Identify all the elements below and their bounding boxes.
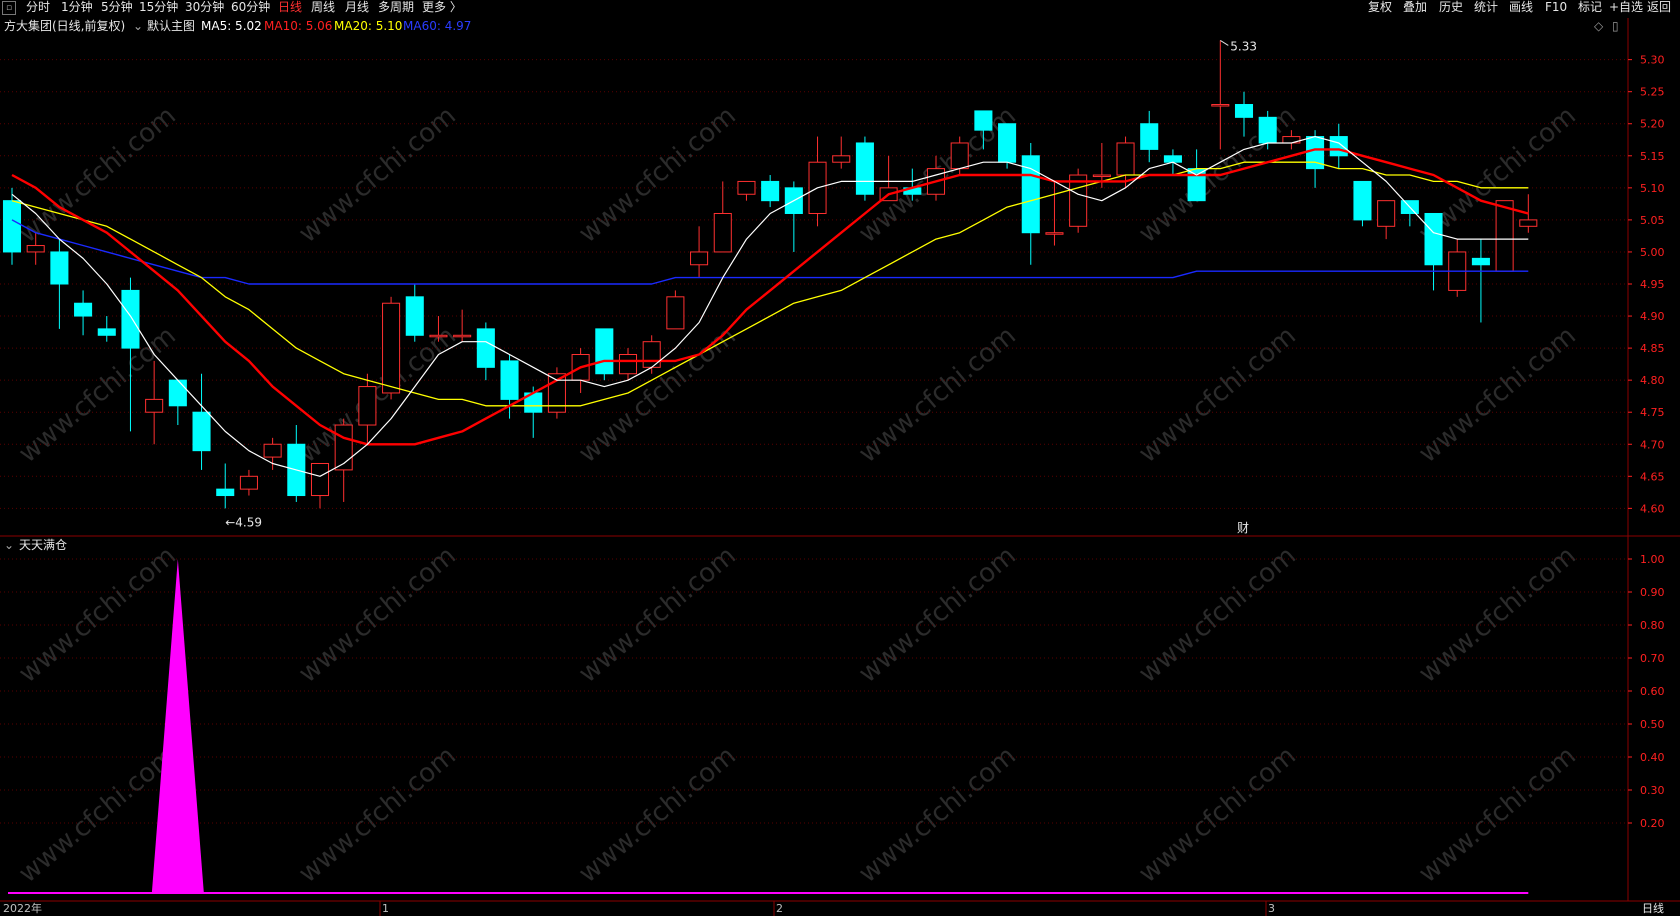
candle-body: [1187, 168, 1206, 202]
candle-body: [1140, 123, 1159, 150]
candle-body: [500, 360, 519, 400]
candle-body: [358, 386, 377, 426]
indicator-tick-label: 0.40: [1640, 751, 1665, 764]
year-label: 2022年: [3, 902, 42, 915]
indicator-tick-label: 0.70: [1640, 652, 1665, 665]
candle-body: [642, 341, 661, 368]
candle-body: [1471, 257, 1490, 266]
candle-body: [595, 328, 614, 375]
price-tick-label: 4.65: [1640, 470, 1665, 483]
candle-body: [855, 142, 874, 195]
candle-body: [832, 155, 851, 163]
candle-body: [1234, 104, 1254, 118]
date-axis: 2022年 1 2 3 日线: [0, 901, 1680, 916]
month-label: 3: [1268, 902, 1275, 915]
indicator-spike: [151, 559, 204, 893]
indicator-tick-label: 0.80: [1640, 619, 1665, 632]
indicator-tick-label: 0.30: [1640, 784, 1665, 797]
candlestick-chart[interactable]: 5.30 5.25 5.20 5.15 5.10 5.05 5.00 4.95 4.90 4.85…: [0, 0, 1680, 916]
candle-body: [216, 488, 235, 497]
candle-body: [690, 251, 709, 266]
price-tick-label: 5.10: [1640, 182, 1665, 195]
price-tick-label: 5.00: [1640, 246, 1665, 259]
candle-body: [950, 142, 969, 170]
candle-body: [1353, 180, 1372, 221]
candle-body: [121, 289, 140, 349]
candle-body: [74, 302, 93, 317]
candle-body: [1377, 200, 1396, 227]
price-tick-label: 5.20: [1640, 118, 1665, 131]
candle-body: [1258, 116, 1277, 144]
candle-body: [50, 251, 69, 285]
candle-body: [310, 462, 330, 497]
candle-body: [737, 180, 756, 195]
candle-body: [145, 398, 164, 413]
candle-body: [168, 379, 187, 407]
candle-body: [1116, 142, 1135, 176]
price-tick-label: 4.75: [1640, 406, 1665, 419]
low-label: ←4.59: [225, 515, 262, 529]
price-tick-label: 4.95: [1640, 278, 1665, 291]
candle-body: [26, 245, 45, 253]
candle-body: [476, 328, 495, 368]
candle-body: [239, 475, 258, 490]
indicator-tick-label: 0.90: [1640, 586, 1665, 599]
indicator-tick-label: 0.20: [1640, 817, 1665, 830]
price-tick-label: 5.15: [1640, 150, 1665, 163]
candle-body: [429, 334, 448, 338]
candle-body: [1211, 104, 1230, 107]
candle-body: [1045, 232, 1064, 235]
price-tick-label: 5.25: [1640, 86, 1665, 99]
indicator-tick-label: 0.50: [1640, 718, 1665, 731]
finance-event-marker: 财: [1237, 521, 1249, 535]
price-tick-label: 4.80: [1640, 374, 1665, 387]
candle-body: [1424, 212, 1443, 266]
candle-body: [1495, 200, 1514, 272]
month-label: 1: [382, 902, 389, 915]
candle-body: [974, 110, 993, 131]
candle-body: [382, 302, 401, 394]
candle-body: [405, 296, 424, 336]
candle-body: [1069, 174, 1088, 227]
month-label: 2: [776, 902, 783, 915]
candle-body: [1329, 136, 1348, 157]
high-label: 5.33: [1230, 39, 1257, 53]
candle-body: [618, 354, 638, 375]
price-tick-label: 4.90: [1640, 310, 1665, 323]
candle-body: [2, 200, 22, 253]
price-tick-label: 5.30: [1640, 54, 1665, 67]
candle-body: [263, 443, 282, 458]
indicator-tick-label: 0.60: [1640, 685, 1665, 698]
price-tick-label: 4.85: [1640, 342, 1665, 355]
candle-body: [713, 212, 732, 253]
high-pointer: [1220, 39, 1229, 46]
candle-body: [666, 296, 685, 330]
candle-body: [453, 334, 472, 338]
candle-body: [1519, 219, 1538, 227]
price-tick-label: 5.05: [1640, 214, 1665, 227]
candle-body: [761, 180, 780, 202]
price-tick-label: 4.60: [1640, 502, 1665, 515]
period-indicator[interactable]: 日线: [1642, 901, 1664, 916]
candle-body: [1092, 174, 1111, 178]
price-tick-label: 4.70: [1640, 438, 1665, 451]
candle-body: [192, 411, 211, 452]
candle-body: [998, 123, 1017, 163]
candle-body: [97, 328, 116, 336]
candle-body: [1163, 155, 1182, 163]
indicator-tick-label: 1.00: [1640, 553, 1665, 566]
